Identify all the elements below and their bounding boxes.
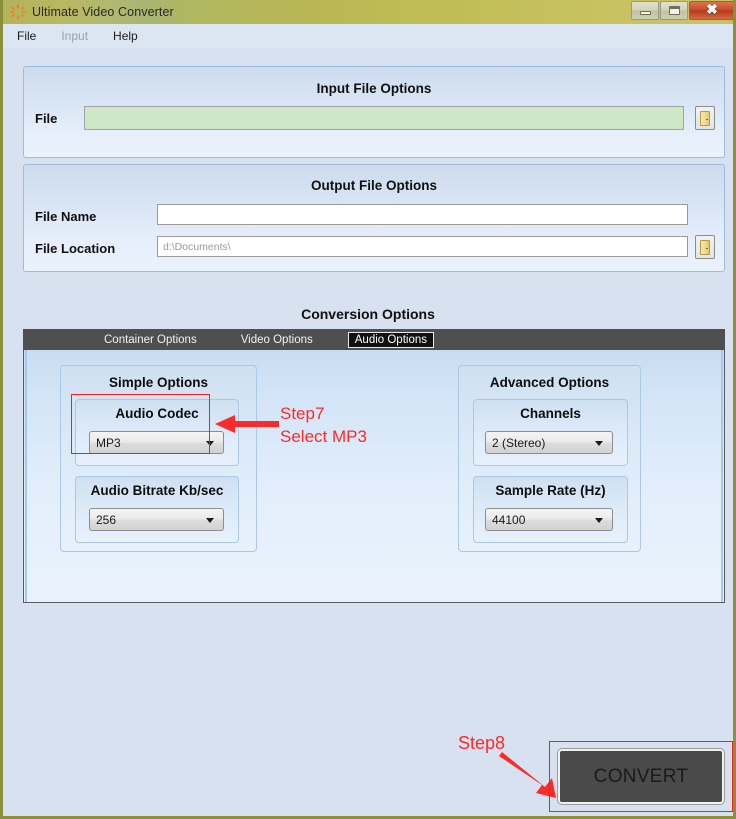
- sample-rate-select[interactable]: 44100: [485, 508, 613, 531]
- chevron-down-icon: [206, 441, 214, 446]
- client-area: Input File Options File Output File Opti…: [3, 48, 733, 816]
- output-file-location-field[interactable]: d:\Documents\: [157, 236, 688, 257]
- output-file-location-placeholder: d:\Documents\: [163, 240, 231, 253]
- title-bar: Ultimate Video Converter ✖: [3, 0, 733, 24]
- tab-container-options[interactable]: Container Options: [97, 332, 204, 348]
- conversion-tab-bar: Container Options Video Options Audio Op…: [23, 329, 725, 350]
- tab-audio-options[interactable]: Audio Options: [347, 331, 434, 348]
- input-file-options-group: Input File Options File: [23, 66, 725, 158]
- simple-options-group: Simple Options Audio Codec MP3 Audio Bit…: [60, 365, 257, 552]
- sample-rate-value: 44100: [492, 512, 526, 527]
- menu-bar: File Input Help: [3, 24, 733, 48]
- audio-codec-select[interactable]: MP3: [89, 431, 224, 454]
- maximize-icon: [668, 6, 680, 15]
- file-name-label: File Name: [35, 209, 97, 224]
- minimize-icon: [639, 11, 651, 15]
- menu-item-file[interactable]: File: [17, 29, 36, 43]
- window-controls: ✖: [631, 1, 733, 20]
- app-spinner-icon: [10, 4, 26, 20]
- minimize-button[interactable]: [631, 1, 659, 20]
- step7-annotation-label: Step7 Select MP3: [280, 404, 367, 446]
- input-file-browse-button[interactable]: [695, 106, 715, 130]
- close-button[interactable]: ✖: [689, 1, 733, 20]
- convert-button-label: CONVERT: [593, 765, 689, 787]
- folder-icon: [700, 110, 710, 126]
- input-file-options-title: Input File Options: [316, 81, 432, 96]
- audio-bitrate-select[interactable]: 256: [89, 508, 224, 531]
- audio-bitrate-title: Audio Bitrate Kb/sec: [90, 483, 224, 498]
- menu-item-input[interactable]: Input: [61, 29, 88, 43]
- menu-item-help[interactable]: Help: [113, 29, 138, 43]
- step7-arrow-icon: [215, 415, 279, 433]
- window-title: Ultimate Video Converter: [32, 5, 174, 19]
- conversion-options-title: Conversion Options: [301, 306, 435, 322]
- output-file-name-field[interactable]: [157, 204, 688, 225]
- channels-select[interactable]: 2 (Stereo): [485, 431, 613, 454]
- convert-button[interactable]: CONVERT: [558, 749, 724, 804]
- sample-rate-title: Sample Rate (Hz): [495, 483, 606, 498]
- sample-rate-group: Sample Rate (Hz) 44100: [473, 476, 628, 543]
- channels-title: Channels: [520, 406, 581, 421]
- audio-bitrate-value: 256: [96, 512, 117, 527]
- output-file-options-group: Output File Options File Name File Locat…: [23, 164, 725, 272]
- maximize-button[interactable]: [660, 1, 688, 20]
- audio-options-panel: Simple Options Audio Codec MP3 Audio Bit…: [23, 350, 725, 603]
- audio-codec-value: MP3: [96, 435, 121, 450]
- chevron-down-icon: [595, 441, 603, 446]
- close-icon: ✖: [706, 3, 718, 18]
- channels-group: Channels 2 (Stereo): [473, 399, 628, 466]
- chevron-down-icon: [206, 518, 214, 523]
- output-file-options-title: Output File Options: [311, 178, 437, 193]
- file-label: File: [35, 111, 58, 126]
- application-window: Ultimate Video Converter ✖ File Input He…: [0, 0, 736, 819]
- chevron-down-icon: [595, 518, 603, 523]
- advanced-options-group: Advanced Options Channels 2 (Stereo) Sam…: [458, 365, 641, 552]
- simple-options-title: Simple Options: [108, 375, 208, 390]
- channels-value: 2 (Stereo): [492, 435, 546, 450]
- audio-bitrate-group: Audio Bitrate Kb/sec 256: [75, 476, 239, 543]
- folder-icon: [700, 239, 710, 255]
- file-location-label: File Location: [35, 241, 116, 256]
- advanced-options-title: Advanced Options: [489, 375, 610, 390]
- output-location-browse-button[interactable]: [695, 235, 715, 259]
- input-file-field[interactable]: [84, 106, 684, 130]
- tab-video-options[interactable]: Video Options: [234, 332, 320, 348]
